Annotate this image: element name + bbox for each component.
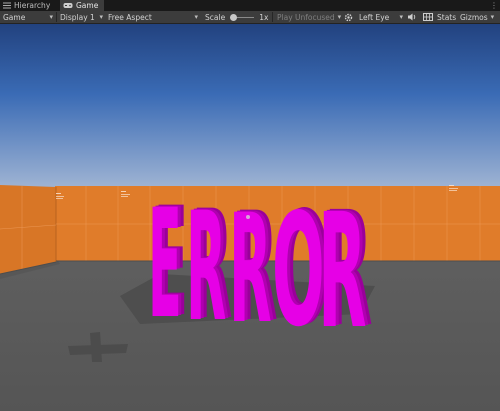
aspect-dropdown[interactable]: Free Aspect — [108, 11, 198, 23]
tab-bar: Hierarchy Game ⋮ — [0, 0, 500, 11]
gizmos-dropdown[interactable]: Gizmos — [460, 11, 494, 23]
view-mode-value: Game — [3, 12, 26, 22]
play-mode-dropdown[interactable]: Play Unfocused — [277, 11, 339, 23]
camera-gear-icon[interactable] — [344, 11, 353, 23]
game-toolbar: Game Display 1 Free Aspect Scale 1x Play… — [0, 11, 500, 24]
stats-button[interactable]: Stats — [437, 11, 456, 23]
letter-face: O — [272, 180, 325, 361]
scale-slider-knob[interactable] — [230, 13, 238, 21]
separator — [56, 12, 57, 22]
separator — [272, 12, 273, 22]
scale-control: Scale 1x — [205, 11, 268, 23]
display-dropdown[interactable]: Display 1 — [60, 11, 103, 23]
tab-hierarchy[interactable]: Hierarchy — [0, 0, 56, 11]
grid-glyph — [423, 13, 433, 21]
hierarchy-list-icon — [3, 2, 11, 9]
letter-face: R — [318, 180, 367, 364]
gizmos-label: Gizmos — [460, 12, 488, 22]
view-mode-dropdown[interactable]: Game — [3, 11, 53, 23]
tab-game-label: Game — [76, 1, 99, 10]
stats-label: Stats — [437, 12, 457, 22]
scale-value: 1x — [259, 12, 269, 22]
gamepad-icon — [63, 3, 73, 8]
display-value: Display 1 — [60, 12, 95, 22]
left-wall — [0, 185, 56, 274]
crosshair-dot — [246, 215, 250, 219]
error-letters: EEE RRR RRR OOO RRR — [148, 176, 373, 364]
eye-dropdown[interactable]: Left Eye — [359, 11, 403, 23]
camera-gear-glyph — [344, 13, 353, 21]
scale-label: Scale — [205, 12, 226, 22]
game-viewport[interactable]: EEERRRRRROOORRR — [0, 24, 500, 411]
tab-game[interactable]: Game — [60, 0, 105, 11]
letter-face: R — [186, 180, 226, 355]
tab-hierarchy-label: Hierarchy — [14, 1, 51, 10]
grid-icon[interactable] — [423, 11, 433, 23]
kebab-menu-icon[interactable]: ⋮ — [490, 1, 498, 10]
aspect-value: Free Aspect — [108, 12, 152, 22]
letter-face: E — [148, 178, 182, 353]
letter-face: R — [229, 182, 272, 357]
game-view-render: EEE RRR RRR OOO RRR — [0, 24, 500, 411]
play-mode-value: Play Unfocused — [277, 12, 335, 22]
eye-value: Left Eye — [359, 12, 390, 22]
speaker-icon[interactable] — [408, 11, 417, 23]
scale-slider[interactable] — [230, 13, 255, 21]
speaker-glyph — [408, 13, 416, 21]
